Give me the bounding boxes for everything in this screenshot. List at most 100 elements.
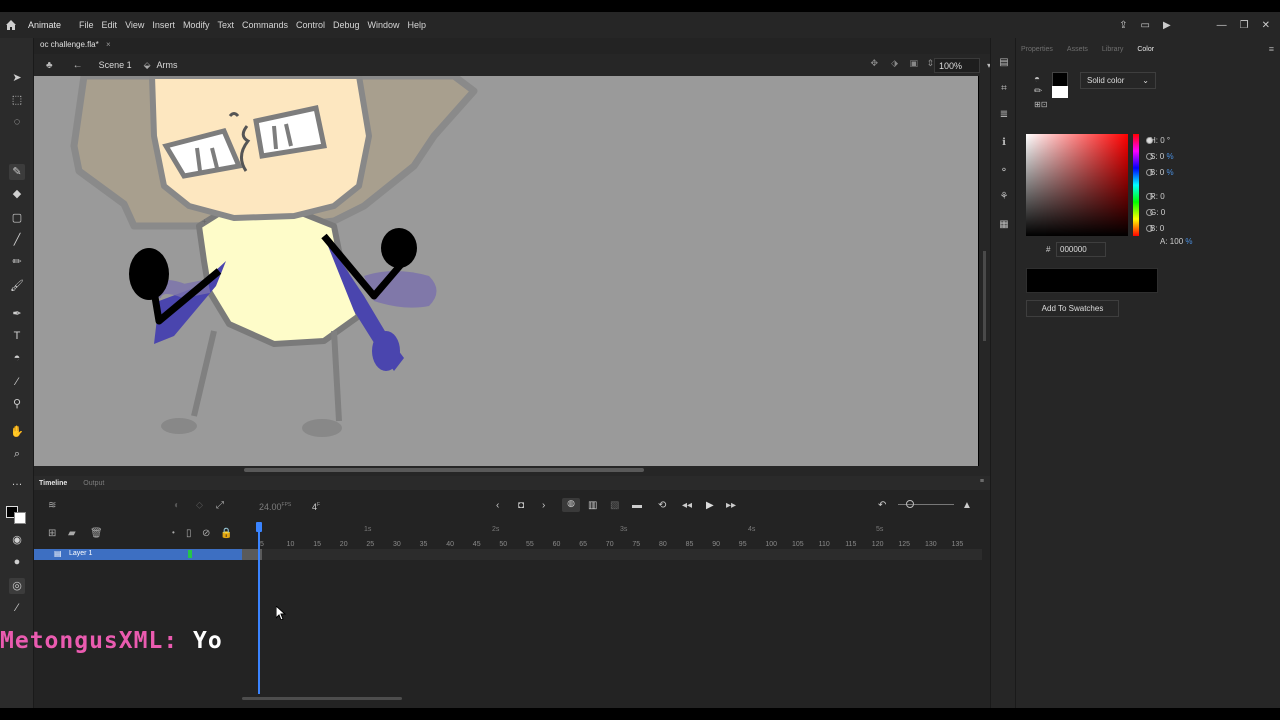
- menu-debug[interactable]: Debug: [329, 20, 364, 30]
- scene-icon[interactable]: ⬗: [891, 58, 898, 69]
- components-icon[interactable]: ⚘: [997, 190, 1011, 204]
- camera-icon[interactable]: ◐: [174, 500, 180, 511]
- hand-tool-icon[interactable]: ✋: [9, 424, 25, 440]
- layer-name[interactable]: Layer 1: [69, 550, 92, 557]
- scrollbar-thumb[interactable]: [244, 468, 644, 472]
- menu-insert[interactable]: Insert: [148, 20, 179, 30]
- fill-color-swatch[interactable]: [14, 512, 26, 524]
- alpha-value[interactable]: A: 100 %: [1160, 237, 1193, 246]
- menu-text[interactable]: Text: [213, 20, 238, 30]
- g-value[interactable]: G: 0: [1150, 208, 1165, 217]
- stage-vertical-scrollbar[interactable]: [979, 76, 990, 466]
- brush-shape-icon[interactable]: ◎: [9, 578, 25, 594]
- pencil-icon[interactable]: ✏: [1034, 86, 1042, 97]
- menu-view[interactable]: View: [121, 20, 148, 30]
- paint-bucket-icon[interactable]: ◓: [1034, 74, 1040, 85]
- h-value[interactable]: H: 0 °: [1150, 136, 1170, 145]
- current-frame-display[interactable]: 4F: [312, 502, 320, 512]
- share-icon[interactable]: ⇪: [1119, 20, 1127, 31]
- menu-commands[interactable]: Commands: [238, 20, 292, 30]
- align-panel-icon[interactable]: ⌗: [997, 82, 1011, 96]
- r-value[interactable]: R: 0: [1150, 192, 1165, 201]
- close-tab-icon[interactable]: ×: [106, 40, 111, 49]
- test-movie-icon[interactable]: ▶: [1163, 20, 1171, 31]
- free-transform-tool-icon[interactable]: ⬚: [9, 92, 25, 108]
- graph-icon[interactable]: ⤢: [216, 500, 224, 511]
- playhead[interactable]: [258, 522, 260, 694]
- rectangle-tool-icon[interactable]: ▢: [9, 210, 25, 226]
- eraser-tool-icon[interactable]: ◆: [9, 186, 25, 202]
- panel-menu-icon[interactable]: ≡: [1269, 44, 1274, 54]
- outline-icon[interactable]: ▯: [186, 528, 192, 539]
- home-icon[interactable]: [0, 12, 22, 38]
- layer-color-marker[interactable]: [188, 550, 192, 558]
- tab-color[interactable]: Color: [1137, 46, 1154, 58]
- stage-horizontal-scrollbar[interactable]: [34, 466, 990, 476]
- onion-skin-icon[interactable]: ◍: [562, 498, 580, 512]
- edit-multiple-icon[interactable]: ▧: [610, 500, 619, 511]
- tab-output[interactable]: Output: [83, 480, 104, 487]
- zoom-select[interactable]: 100% ▾: [934, 58, 991, 73]
- prev-keyframe-icon[interactable]: ‹: [496, 500, 499, 511]
- breadcrumb-symbol[interactable]: Arms: [157, 60, 178, 70]
- timeline-toggle-icon[interactable]: ♣: [46, 60, 53, 71]
- frame-grid[interactable]: [242, 549, 982, 560]
- playhead-handle[interactable]: [256, 522, 262, 532]
- timeline-scrollbar-thumb[interactable]: [242, 697, 402, 700]
- layers-icon[interactable]: ≋: [48, 500, 56, 511]
- line-tool-icon[interactable]: ╱: [9, 232, 25, 248]
- brush-mode-icon[interactable]: ●: [9, 554, 25, 570]
- lasso-tool-icon[interactable]: ◌: [9, 114, 25, 130]
- layer-row[interactable]: ▤ Layer 1: [34, 549, 242, 560]
- hue-slider[interactable]: [1133, 134, 1139, 236]
- new-folder-icon[interactable]: ▰: [68, 528, 76, 539]
- motion-presets-icon[interactable]: ⚬: [997, 164, 1011, 178]
- clip-icon[interactable]: ▣: [909, 58, 918, 69]
- delete-layer-icon[interactable]: 🗑: [90, 528, 103, 539]
- new-layer-icon[interactable]: ⊞: [48, 528, 56, 539]
- document-tab[interactable]: oc challenge.fla* ×: [40, 40, 111, 49]
- transform-panel-icon[interactable]: ≣: [997, 108, 1011, 122]
- tab-assets[interactable]: Assets: [1067, 46, 1088, 58]
- pin-tool-icon[interactable]: ⚲: [9, 396, 25, 412]
- brush-tool-icon[interactable]: ✎: [9, 164, 25, 180]
- pen-tool-icon[interactable]: ✒: [9, 306, 25, 322]
- hex-input[interactable]: 000000: [1056, 242, 1106, 257]
- highlight-icon[interactable]: •: [172, 528, 175, 537]
- step-back-icon[interactable]: ◂◂: [682, 500, 692, 511]
- next-keyframe-icon[interactable]: ›: [542, 500, 545, 511]
- fill-type-select[interactable]: Solid color ⌄: [1080, 72, 1156, 89]
- object-drawing-icon[interactable]: ◉: [9, 532, 25, 548]
- stage[interactable]: +: [34, 76, 978, 466]
- visibility-icon[interactable]: ⊘: [202, 528, 210, 539]
- breadcrumb-scene[interactable]: Scene 1: [99, 60, 132, 70]
- pressure-icon[interactable]: ⁄: [9, 600, 25, 616]
- menu-control[interactable]: Control: [292, 20, 329, 30]
- insert-keyframe-icon[interactable]: ◘: [518, 500, 524, 511]
- scrollbar-thumb[interactable]: [983, 251, 986, 341]
- workspace-icon[interactable]: ▭: [1140, 20, 1149, 31]
- tab-timeline[interactable]: Timeline: [39, 480, 67, 487]
- swap-colors-icon[interactable]: ⊞⊡: [1034, 100, 1047, 109]
- close-icon[interactable]: ✕: [1262, 20, 1270, 31]
- step-forward-icon[interactable]: ▸▸: [726, 500, 736, 511]
- blue-value[interactable]: B: 0: [1150, 224, 1164, 233]
- menu-window[interactable]: Window: [364, 20, 404, 30]
- zoom-tool-icon[interactable]: ⌕: [9, 446, 25, 462]
- paint-brush-tool-icon[interactable]: 🖌: [9, 278, 25, 294]
- play-icon[interactable]: ▶: [706, 500, 714, 511]
- restore-icon[interactable]: ❐: [1240, 20, 1249, 31]
- info-panel-icon[interactable]: ℹ: [997, 136, 1011, 150]
- minimize-icon[interactable]: —: [1217, 20, 1227, 31]
- text-tool-icon[interactable]: T: [9, 328, 25, 344]
- color-picker-field[interactable]: [1026, 134, 1128, 236]
- swatches-icon[interactable]: ▦: [997, 218, 1011, 232]
- menu-file[interactable]: File: [75, 20, 98, 30]
- snap-icon[interactable]: ✥: [870, 58, 878, 69]
- fill-swatch[interactable]: [1052, 86, 1068, 98]
- expand-icon[interactable]: ▲: [962, 500, 972, 511]
- modify-markers-icon[interactable]: ▬: [632, 500, 642, 511]
- selection-tool-icon[interactable]: ➤: [9, 70, 25, 86]
- more-tools-icon[interactable]: …: [9, 474, 25, 490]
- center-stage-icon[interactable]: ⇕: [926, 58, 934, 69]
